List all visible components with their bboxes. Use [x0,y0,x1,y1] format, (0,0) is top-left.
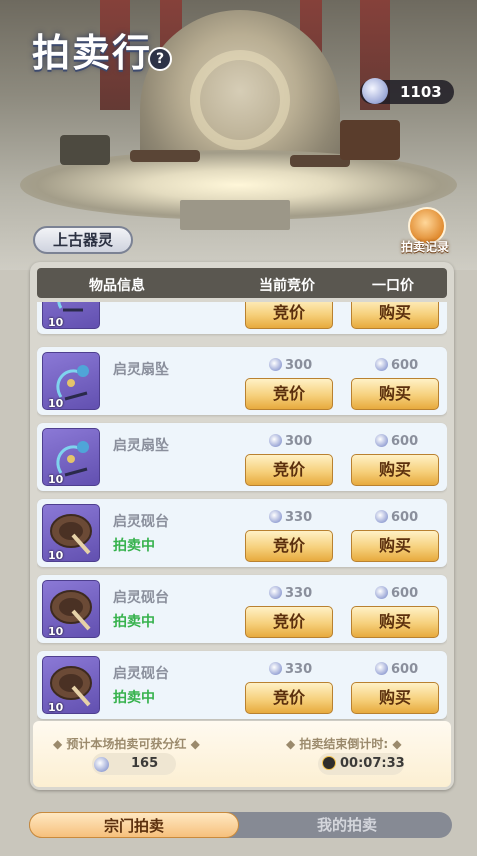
current-bid: 300 [269,358,312,373]
item-name: 启灵扇坠 [113,362,169,378]
dividend-value: 165 [131,756,159,771]
countdown-value: 00:07:33 [340,756,405,771]
bid-button[interactable]: 竞价 [245,302,333,329]
item-status: 拍卖中 [113,690,155,706]
level-badge: 10 [48,549,64,562]
bid-button[interactable]: 竞价 [245,454,333,486]
current-bid: 300 [269,434,312,449]
current-bid: 330 [269,662,312,677]
list-item: 10 竞价 购买 [37,302,447,334]
buy-button[interactable]: 购买 [351,682,439,714]
list-item: 10 启灵砚台 拍卖中 330 600 竞价 购买 [37,575,447,643]
buyout-price: 600 [375,434,418,449]
column-buyout: 一口价 [372,278,414,294]
spirit-stone-icon [362,78,388,104]
currency-value: 1103 [400,83,442,101]
item-status: 拍卖中 [113,614,155,630]
level-badge: 10 [48,625,64,638]
spirit-stone-icon [375,510,388,523]
bid-button[interactable]: 竞价 [245,682,333,714]
spirit-stone-icon [375,662,388,675]
spirit-stone-icon [375,358,388,371]
tab-sect-auction[interactable]: 宗门拍卖 [29,812,239,838]
bid-button[interactable]: 竞价 [245,606,333,638]
clock-icon [322,756,336,770]
spirit-stone-icon [269,510,282,523]
list-item: 10 启灵砚台 拍卖中 330 600 竞价 购买 [37,499,447,567]
inkstone-icon: 10 [42,656,100,714]
stand [340,120,400,160]
fan-pendant-icon: 10 [42,302,100,329]
column-item-info: 物品信息 [89,278,145,294]
cloud-emblem [190,50,290,150]
list-item: 10 启灵砚台 拍卖中 330 600 竞价 购买 [37,651,447,719]
stairs [180,200,290,230]
buy-button[interactable]: 购买 [351,606,439,638]
level-badge: 10 [48,397,64,410]
inkstone-icon: 10 [42,580,100,638]
level-badge: 10 [48,473,64,486]
fan-pendant-icon: 10 [42,428,100,486]
level-badge: 10 [48,316,64,329]
countdown-label: ◆ 拍卖结束倒计时: ◆ [286,737,402,751]
tab-my-auction[interactable]: 我的拍卖 [242,812,452,838]
fan-pendant-icon: 10 [42,352,100,410]
item-status: 拍卖中 [113,538,155,554]
spirit-stone-icon [269,662,282,675]
page-title: 拍卖行 [32,31,153,75]
item-name: 启灵砚台 [113,590,169,606]
inkstone-icon: 10 [42,504,100,562]
bid-button[interactable]: 竞价 [245,378,333,410]
item-name: 启灵砚台 [113,514,169,530]
auction-record-label: 拍卖记录 [400,240,449,254]
buyout-price: 600 [375,586,418,601]
buy-button[interactable]: 购买 [351,302,439,329]
item-name: 启灵扇坠 [113,438,169,454]
buy-button[interactable]: 购买 [351,454,439,486]
dividend-label: ◆ 预计本场拍卖可获分红 ◆ [53,737,200,751]
low-table [130,150,200,162]
current-bid: 330 [269,586,312,601]
buy-button[interactable]: 购买 [351,530,439,562]
buyout-price: 600 [375,358,418,373]
column-current-bid: 当前竞价 [259,278,315,294]
buyout-price: 600 [375,662,418,677]
spirit-stone-icon [269,434,282,447]
spirit-stone-icon [269,586,282,599]
item-name: 启灵砚台 [113,666,169,682]
question-icon[interactable]: ? [148,47,172,71]
spirit-stone-icon [375,586,388,599]
category-tag[interactable]: 上古器灵 [33,226,133,254]
buyout-price: 600 [375,510,418,525]
buy-button[interactable]: 购买 [351,378,439,410]
list-item: 10 启灵扇坠 300 600 竞价 购买 [37,347,447,415]
shelf [60,135,110,165]
level-badge: 10 [48,701,64,714]
list-item: 10 启灵扇坠 300 600 竞价 购买 [37,423,447,491]
auction-list[interactable]: 10 竞价 购买 10 启灵扇坠 300 600 竞价 购买 10 启灵扇坠 3… [37,302,447,722]
bid-button[interactable]: 竞价 [245,530,333,562]
spirit-stone-icon [94,757,109,772]
current-bid: 330 [269,510,312,525]
auction-record-button[interactable]: 拍卖记录 [396,207,454,257]
spirit-stone-icon [375,434,388,447]
spirit-stone-icon [269,358,282,371]
